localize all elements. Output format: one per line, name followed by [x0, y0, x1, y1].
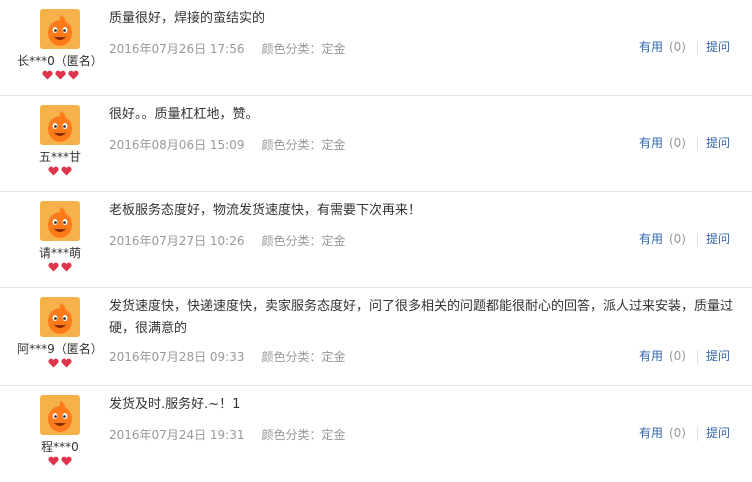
mascot-icon — [40, 201, 80, 241]
review-meta: 2016年07月26日 17:56 颜色分类：定金 — [109, 40, 346, 57]
ask-question-link[interactable]: 提问 — [706, 426, 730, 440]
review-item: 阿***9（匿名） 发货速度快，快递速度快，卖家服务态度好，问了很多相关的问题都… — [0, 288, 752, 386]
avatar[interactable] — [40, 297, 80, 337]
heart-icon — [67, 70, 79, 80]
heart-icon — [48, 166, 59, 176]
divider — [696, 136, 698, 151]
review-actions: 有用 (0) 提问 — [639, 38, 730, 55]
review-date: 2016年07月27日 10:26 — [109, 234, 245, 248]
username: 五***甘 — [38, 150, 81, 164]
review-item: 五***甘 很好。。质量杠杠地，赞。 2016年08月06日 15:09 颜色分类… — [0, 96, 752, 192]
buyer-level-badge — [0, 70, 120, 80]
ask-question-link[interactable]: 提问 — [706, 232, 730, 246]
review-date: 2016年07月26日 17:56 — [109, 42, 245, 56]
divider — [696, 40, 698, 55]
review-actions: 有用 (0) 提问 — [639, 230, 730, 247]
color-category: 颜色分类：定金 — [261, 138, 346, 152]
review-date: 2016年08月06日 15:09 — [109, 138, 245, 152]
review-item: 请***萌 老板服务态度好，物流发货速度快，有需要下次再来！ 2016年07月2… — [0, 192, 752, 288]
review-item: 程***0 发货及时.服务好.~！1 2016年07月24日 19:31 颜色分类… — [0, 386, 752, 482]
avatar[interactable] — [40, 395, 80, 435]
username: 请***萌 — [38, 246, 81, 260]
buyer-level-badge — [0, 358, 120, 368]
useful-button[interactable]: 有用 — [639, 136, 663, 150]
heart-icon — [54, 70, 66, 80]
divider — [696, 349, 698, 364]
heart-icon — [61, 456, 72, 466]
review-text: 发货及时.服务好.~！1 — [109, 397, 241, 412]
username: 阿***9（匿名） — [17, 342, 103, 356]
divider — [696, 426, 698, 441]
review-list: 长***0（匿名） 质量很好，焊接的蛮结实的 2016年07月26日 17:56… — [0, 0, 752, 482]
review-actions: 有用 (0) 提问 — [639, 347, 730, 364]
heart-icon — [61, 262, 72, 272]
useful-count: (0) — [668, 426, 686, 440]
review-text: 发货速度快，快递速度快，卖家服务态度好，问了很多相关的问题都能很耐心的回答，派人… — [109, 299, 734, 336]
review-meta: 2016年07月24日 19:31 颜色分类：定金 — [109, 426, 346, 443]
useful-button[interactable]: 有用 — [639, 40, 663, 54]
useful-button[interactable]: 有用 — [639, 349, 663, 363]
useful-count: (0) — [668, 136, 686, 150]
review-date: 2016年07月24日 19:31 — [109, 428, 245, 442]
buyer-level-badge — [0, 262, 120, 272]
mascot-icon — [40, 105, 80, 145]
avatar[interactable] — [40, 9, 80, 49]
useful-count: (0) — [668, 232, 686, 246]
heart-icon — [41, 70, 53, 80]
review-text: 老板服务态度好，物流发货速度快，有需要下次再来！ — [109, 203, 422, 218]
useful-button[interactable]: 有用 — [639, 426, 663, 440]
review-meta: 2016年07月27日 10:26 颜色分类：定金 — [109, 232, 346, 249]
heart-icon — [48, 456, 59, 466]
heart-icon — [48, 358, 59, 368]
review-item: 长***0（匿名） 质量很好，焊接的蛮结实的 2016年07月26日 17:56… — [0, 0, 752, 96]
color-category: 颜色分类：定金 — [261, 234, 346, 248]
heart-icon — [61, 166, 72, 176]
color-category: 颜色分类：定金 — [261, 350, 346, 364]
avatar[interactable] — [40, 201, 80, 241]
useful-count: (0) — [668, 349, 686, 363]
review-actions: 有用 (0) 提问 — [639, 424, 730, 441]
divider — [696, 232, 698, 247]
heart-icon — [48, 262, 59, 272]
review-meta: 2016年08月06日 15:09 颜色分类：定金 — [109, 136, 346, 153]
color-category: 颜色分类：定金 — [261, 42, 346, 56]
mascot-icon — [40, 9, 80, 49]
ask-question-link[interactable]: 提问 — [706, 136, 730, 150]
avatar[interactable] — [40, 105, 80, 145]
ask-question-link[interactable]: 提问 — [706, 40, 730, 54]
heart-icon — [61, 358, 72, 368]
review-text: 很好。。质量杠杠地，赞。 — [109, 107, 259, 122]
useful-count: (0) — [668, 40, 686, 54]
review-actions: 有用 (0) 提问 — [639, 134, 730, 151]
mascot-icon — [40, 297, 80, 337]
color-category: 颜色分类：定金 — [261, 428, 346, 442]
username: 程***0 — [41, 440, 79, 454]
buyer-level-badge — [0, 166, 120, 176]
buyer-level-badge — [0, 456, 120, 466]
mascot-icon — [40, 395, 80, 435]
review-meta: 2016年07月28日 09:33 颜色分类：定金 — [109, 348, 346, 365]
ask-question-link[interactable]: 提问 — [706, 349, 730, 363]
review-text: 质量很好，焊接的蛮结实的 — [109, 11, 266, 26]
review-date: 2016年07月28日 09:33 — [109, 350, 245, 364]
useful-button[interactable]: 有用 — [639, 232, 663, 246]
username: 长***0（匿名） — [17, 54, 103, 68]
